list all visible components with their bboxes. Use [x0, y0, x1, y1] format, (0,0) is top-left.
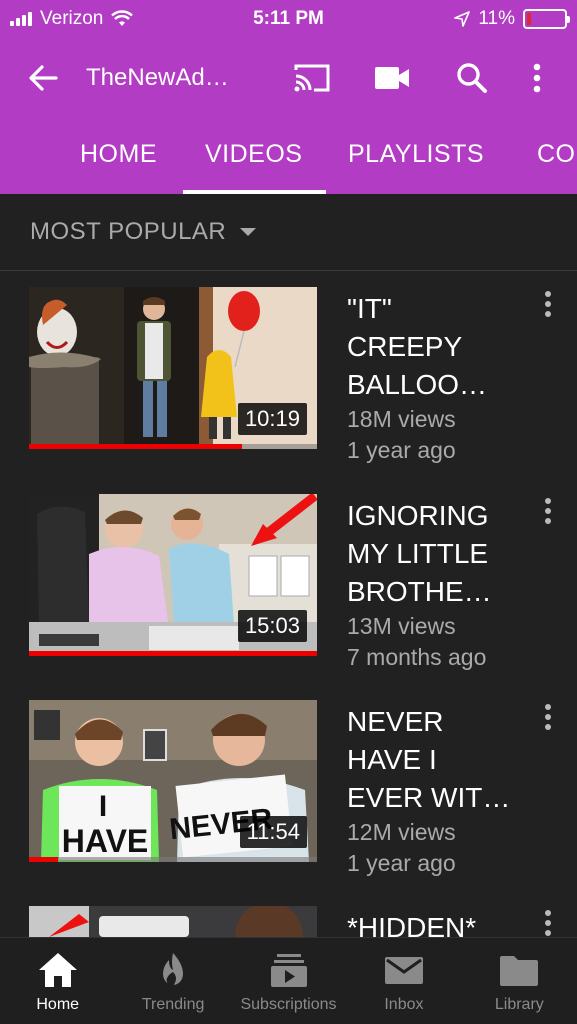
video-views: 12M views	[347, 819, 456, 845]
tab-community[interactable]: CO	[537, 140, 576, 169]
video-item[interactable]: 10:19 "IT" CREEPY BALLOO… 18M views 1 ye…	[0, 287, 577, 477]
more-vert-icon	[533, 63, 541, 93]
video-duration: 10:19	[237, 403, 307, 435]
battery-icon	[523, 9, 570, 29]
video-title-line: EVER WIT…	[347, 782, 511, 813]
video-item[interactable]: 15:03 IGNORING MY LITTLE BROTHE… 13M vie…	[0, 494, 577, 684]
thumbnail-image	[29, 906, 317, 937]
home-icon	[38, 953, 77, 987]
carrier-label: Verizon	[40, 8, 104, 29]
video-duration: 15:03	[237, 610, 307, 642]
subscriptions-icon	[270, 954, 307, 987]
sort-dropdown[interactable]: MOST POPULAR	[0, 194, 577, 271]
video-thumbnail[interactable]: 10:19	[29, 287, 317, 449]
video-age: 1 year ago	[347, 850, 456, 876]
battery-percent: 11%	[478, 8, 515, 29]
nav-subscriptions[interactable]: Subscriptions	[231, 938, 346, 1024]
video-views: 18M views	[347, 406, 456, 432]
tab-playlists[interactable]: PLAYLISTS	[348, 140, 484, 169]
video-thumbnail[interactable]: 15:03	[29, 494, 317, 656]
bottom-navigation: Home Trending Subscriptions Inbox Librar…	[0, 937, 577, 1024]
video-duration: 11:54	[239, 816, 307, 848]
video-views: 13M views	[347, 613, 456, 639]
channel-title: TheNewAd…	[86, 64, 229, 91]
video-title-line: BALLOO…	[347, 369, 488, 400]
video-title-line: IGNORING	[347, 500, 489, 531]
cast-button[interactable]	[272, 38, 352, 118]
upload-button[interactable]	[352, 38, 432, 118]
video-title-line: NEVER	[347, 706, 444, 737]
cast-icon	[294, 64, 330, 92]
back-arrow-icon	[29, 65, 58, 91]
video-title-line: HAVE I	[347, 744, 437, 775]
search-button[interactable]	[432, 38, 512, 118]
location-arrow-icon	[454, 11, 471, 27]
video-age: 7 months ago	[347, 644, 487, 670]
nav-library[interactable]: Library	[462, 938, 577, 1024]
tab-videos[interactable]: VIDEOS	[205, 140, 302, 169]
video-menu-button[interactable]	[535, 498, 561, 528]
video-title[interactable]: IGNORING MY LITTLE BROTHE…	[347, 497, 527, 611]
nav-home[interactable]: Home	[0, 938, 115, 1024]
clock: 5:11 PM	[253, 8, 324, 29]
watch-progress	[29, 444, 243, 449]
video-title[interactable]: NEVER HAVE I EVER WIT…	[347, 703, 527, 817]
video-thumbnail[interactable]: I HAVE NEVER 11:54	[29, 700, 317, 862]
thumbnail-sign-i: I	[99, 790, 107, 823]
flame-icon	[163, 953, 184, 987]
watch-progress-track	[29, 857, 317, 862]
video-menu-button[interactable]	[535, 910, 561, 937]
app-bar: TheNewAd…	[0, 38, 577, 118]
nav-inbox[interactable]: Inbox	[346, 938, 461, 1024]
tab-home[interactable]: HOME	[80, 140, 157, 169]
video-title-line: *HIDDEN*	[347, 912, 477, 937]
search-icon	[457, 63, 487, 93]
watch-progress	[29, 857, 58, 862]
back-button[interactable]	[0, 38, 86, 118]
video-title[interactable]: "IT" CREEPY BALLOO…	[347, 290, 527, 404]
video-age: 1 year ago	[347, 437, 456, 463]
video-title-line: BROTHE…	[347, 576, 492, 607]
nav-label: Trending	[141, 996, 205, 1013]
thumbnail-sign-have: HAVE	[62, 823, 149, 859]
channel-tabs: HOME VIDEOS PLAYLISTS CO	[0, 118, 577, 194]
video-camera-icon	[375, 67, 409, 89]
wifi-icon	[111, 10, 134, 26]
video-title-line: MY LITTLE	[347, 538, 489, 569]
folder-icon	[500, 956, 539, 986]
video-title-line: "IT"	[347, 293, 392, 324]
video-menu-button[interactable]	[535, 704, 561, 734]
nav-label: Subscriptions	[240, 996, 337, 1013]
more-options-button[interactable]	[512, 38, 562, 118]
video-item[interactable]: I HAVE NEVER 11:54 NEVER HAVE I EVER WIT…	[0, 700, 577, 890]
nav-label: Inbox	[384, 996, 424, 1013]
video-item[interactable]: *HIDDEN*	[0, 906, 577, 937]
signal-icon	[10, 12, 32, 26]
status-bar: Verizon 5:11 PM 11%	[0, 0, 577, 38]
video-title-line: CREEPY	[347, 331, 463, 362]
dropdown-caret-icon	[240, 228, 257, 236]
watch-progress	[29, 651, 317, 656]
mail-icon	[384, 957, 423, 984]
video-thumbnail[interactable]	[29, 906, 317, 937]
video-title[interactable]: *HIDDEN*	[347, 909, 527, 937]
sort-label: MOST POPULAR	[30, 218, 227, 245]
nav-label: Library	[494, 996, 544, 1013]
nav-label: Home	[36, 996, 80, 1013]
video-menu-button[interactable]	[535, 291, 561, 321]
nav-trending[interactable]: Trending	[115, 938, 230, 1024]
